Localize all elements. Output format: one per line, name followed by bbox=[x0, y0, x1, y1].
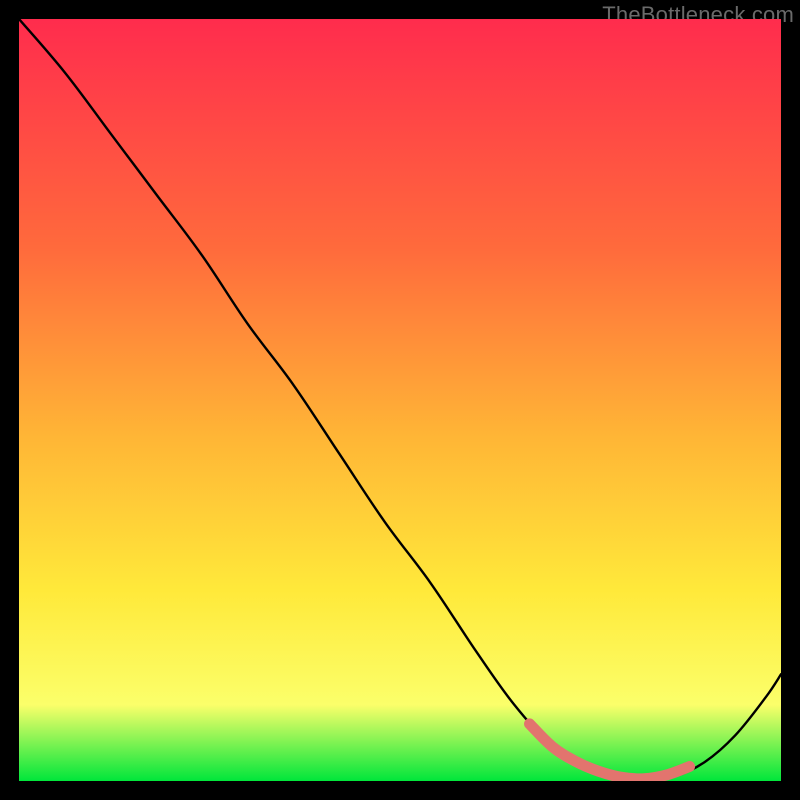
chart-stage: TheBottleneck.com bbox=[0, 0, 800, 800]
gradient-background bbox=[19, 19, 781, 781]
plot-area bbox=[19, 19, 781, 781]
chart-svg bbox=[19, 19, 781, 781]
